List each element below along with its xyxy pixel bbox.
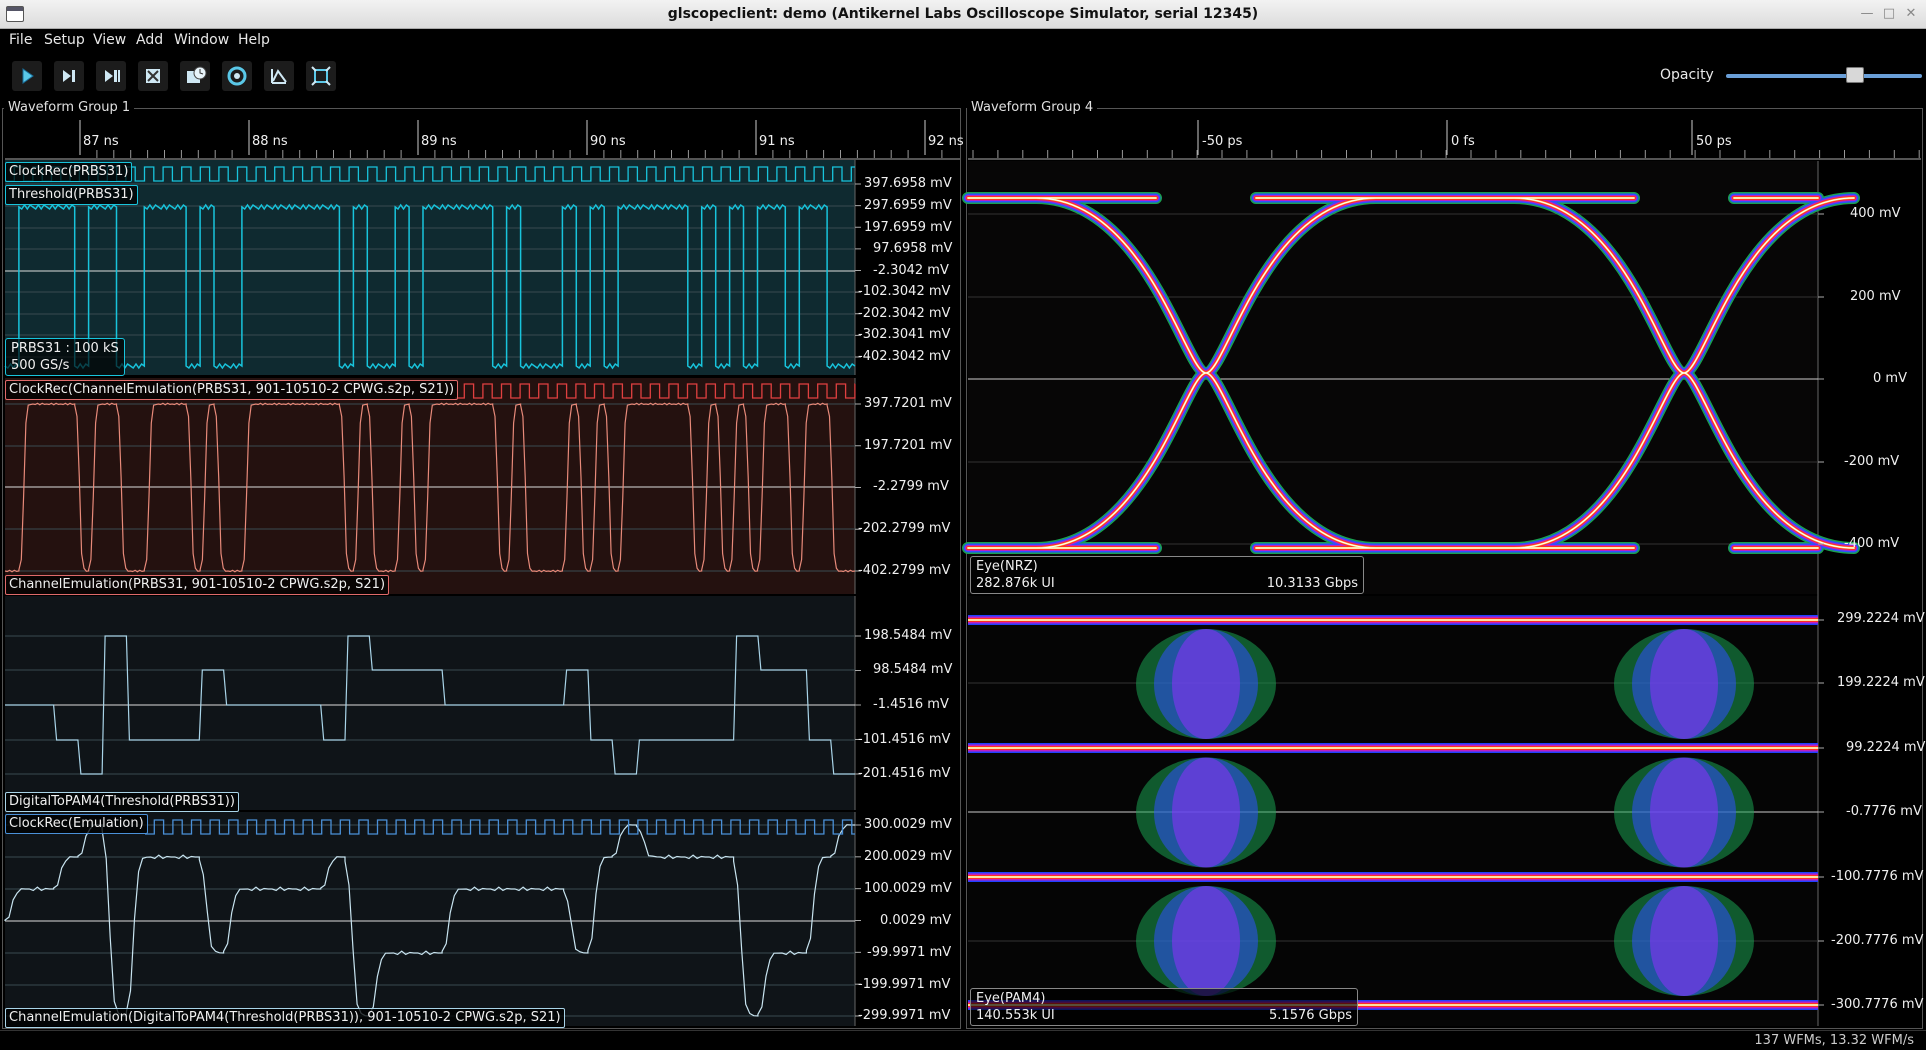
y-tick-label: 100.0029 mV — [864, 881, 952, 896]
channel-label[interactable]: ClockRec(ChannelEmulation(PRBS31, 901-10… — [5, 380, 459, 400]
y-tick-label: 299.2224 mV — [1837, 611, 1925, 626]
eye-bit-rate: 5.1576 Gbps — [1269, 1008, 1352, 1023]
time-tick-label: 50 ps — [1696, 134, 1732, 149]
status-text: 137 WFMs, 13.32 WFM/s — [1754, 1033, 1914, 1048]
y-tick-label: 98.5484 mV — [873, 662, 953, 677]
time-tick-label: 92 ns — [928, 134, 964, 149]
y-tick-label: -400 mV — [1844, 536, 1900, 551]
time-tick-label: 89 ns — [421, 134, 457, 149]
y-tick-label: 199.2224 mV — [1837, 675, 1925, 690]
y-tick-label: 198.5484 mV — [864, 628, 952, 643]
y-tick-label: -299.9971 mV — [858, 1008, 951, 1023]
y-tick-label: -300.7776 mV — [1831, 997, 1924, 1012]
eye-name: Eye(PAM4) — [976, 991, 1046, 1006]
y-tick-label: 99.2224 mV — [1846, 740, 1926, 755]
time-tick-label: 0 fs — [1451, 134, 1475, 149]
y-tick-label: -302.3041 mV — [858, 327, 951, 342]
eye-name: Eye(NRZ) — [976, 559, 1038, 574]
sample-rate: 500 GS/s — [11, 358, 70, 373]
eye-info-box[interactable]: Eye(PAM4) 140.553k UI 5.1576 Gbps — [970, 988, 1358, 1026]
y-tick-label: -200 mV — [1844, 454, 1900, 469]
y-tick-label: -201.4516 mV — [858, 766, 951, 781]
status-bar: 137 WFMs, 13.32 WFM/s — [0, 1030, 1926, 1050]
y-tick-label: 400 mV — [1850, 206, 1901, 221]
time-axis — [5, 120, 960, 160]
eye-ui-count: 282.876k UI — [976, 576, 1055, 591]
y-tick-label: -402.2799 mV — [858, 563, 951, 578]
y-tick-label: -2.3042 mV — [873, 263, 949, 278]
y-tick-label: -101.4516 mV — [858, 732, 951, 747]
pam4-eye-crossing — [1650, 629, 1718, 739]
plot-background — [5, 378, 855, 594]
time-tick-label: 88 ns — [252, 134, 288, 149]
pam4-eye-crossing — [1650, 757, 1718, 868]
plot-background — [5, 596, 855, 810]
y-tick-label: -202.3042 mV — [858, 306, 951, 321]
eye-ui-count: 140.553k UI — [976, 1008, 1055, 1023]
pam4-eye-crossing — [1172, 757, 1240, 868]
y-tick-label: -100.7776 mV — [1831, 869, 1924, 884]
channel-label[interactable]: Threshold(PRBS31) — [5, 185, 138, 205]
channel-label[interactable]: DigitalToPAM4(Threshold(PRBS31)) — [5, 792, 239, 812]
y-tick-label: 200.0029 mV — [864, 849, 952, 864]
channel-label[interactable]: ClockRec(Emulation) — [5, 814, 148, 834]
y-tick-label: -202.2799 mV — [858, 521, 951, 536]
y-tick-label: -2.2799 mV — [873, 479, 949, 494]
channel-label[interactable]: ChannelEmulation(PRBS31, 901-10510-2 CPW… — [5, 575, 390, 595]
eye-info-box[interactable]: Eye(NRZ) 282.876k UI 10.3133 Gbps — [970, 556, 1364, 594]
y-tick-label: -0.7776 mV — [1846, 804, 1922, 819]
sample-count: PRBS31 : 100 kS — [11, 341, 119, 356]
channel-label[interactable]: ClockRec(PRBS31) — [5, 162, 133, 182]
pam4-eye-crossing — [1650, 886, 1718, 996]
y-tick-label: 297.6959 mV — [864, 198, 952, 213]
time-tick-label: 90 ns — [590, 134, 626, 149]
y-tick-label: 197.7201 mV — [864, 438, 952, 453]
y-tick-label: -402.3042 mV — [858, 349, 951, 364]
y-tick-label: -1.4516 mV — [873, 697, 949, 712]
pam4-eye-crossing — [1172, 886, 1240, 996]
y-tick-label: 97.6958 mV — [873, 241, 953, 256]
plot-background — [5, 812, 855, 1026]
y-tick-label: 200 mV — [1850, 289, 1901, 304]
time-tick-label: -50 ps — [1202, 134, 1243, 149]
y-tick-label: 197.6959 mV — [864, 220, 952, 235]
y-tick-label: 397.7201 mV — [864, 396, 952, 411]
time-tick-label: 91 ns — [759, 134, 795, 149]
pam4-eye-crossing — [1172, 629, 1240, 739]
channel-info-box[interactable]: PRBS31 : 100 kS 500 GS/s — [5, 338, 125, 376]
y-tick-label: -99.9971 mV — [867, 945, 952, 960]
time-axis — [968, 120, 1921, 160]
channel-label[interactable]: ChannelEmulation(DigitalToPAM4(Threshold… — [5, 1008, 565, 1028]
y-tick-label: -200.7776 mV — [1831, 933, 1924, 948]
waveform-canvas[interactable] — [0, 0, 1926, 1050]
y-tick-label: 0 mV — [1873, 371, 1907, 386]
eye-bit-rate: 10.3133 Gbps — [1266, 576, 1358, 591]
y-tick-label: 300.0029 mV — [864, 817, 952, 832]
y-tick-label: 397.6958 mV — [864, 176, 952, 191]
time-tick-label: 87 ns — [83, 134, 119, 149]
y-tick-label: -199.9971 mV — [858, 977, 951, 992]
y-tick-label: 0.0029 mV — [880, 913, 952, 928]
y-tick-label: -102.3042 mV — [858, 284, 951, 299]
